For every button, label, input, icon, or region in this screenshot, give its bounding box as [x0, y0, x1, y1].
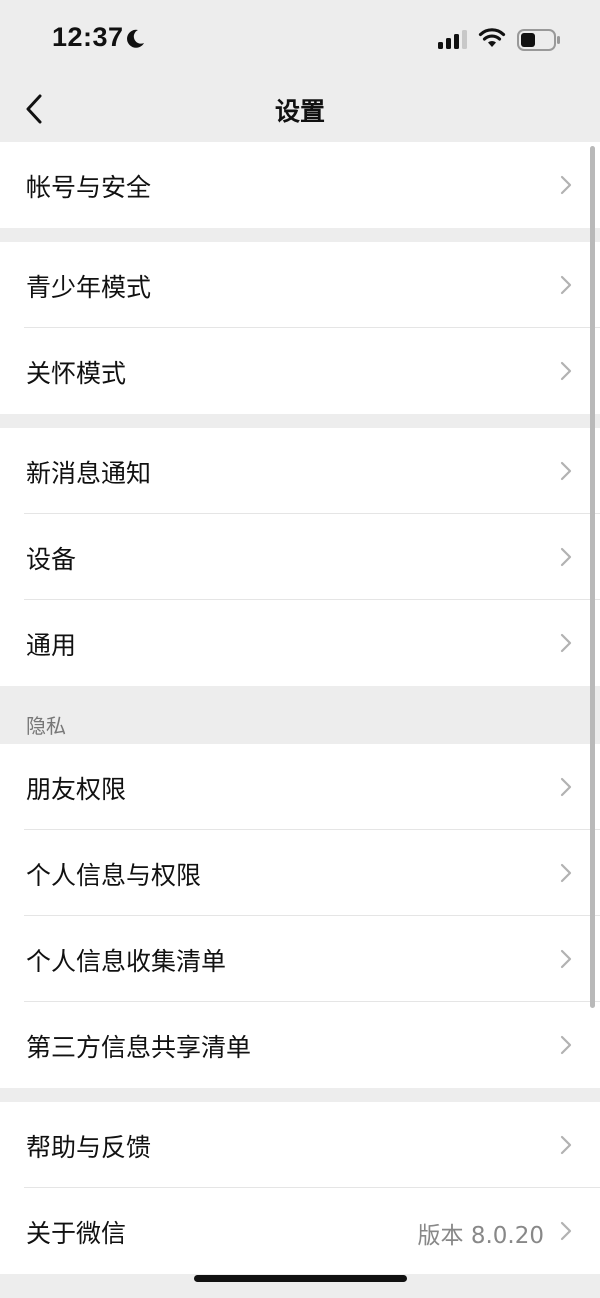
navigation-bar: 设置: [0, 80, 600, 142]
settings-item-personal-info-list[interactable]: 个人信息收集清单: [0, 916, 600, 1002]
chevron-right-icon: [560, 1135, 572, 1155]
chevron-right-icon: [560, 1035, 572, 1055]
settings-item-label: 新消息通知: [26, 459, 152, 488]
status-bar: 12:37: [0, 0, 600, 80]
home-indicator[interactable]: [194, 1275, 407, 1282]
chevron-right-icon: [560, 361, 572, 381]
settings-item-third-party-list[interactable]: 第三方信息共享清单: [0, 1002, 600, 1088]
chevron-right-icon: [560, 863, 572, 883]
group-gap: [0, 414, 600, 428]
scroll-indicator[interactable]: [590, 146, 595, 1008]
settings-item-about-wechat[interactable]: 关于微信 版本 8.0.20: [0, 1188, 600, 1274]
chevron-right-icon: [560, 633, 572, 653]
settings-group-account: 帐号与安全: [0, 142, 600, 228]
status-time: 12:37: [52, 22, 124, 52]
chevron-right-icon: [560, 275, 572, 295]
wifi-icon: [478, 28, 506, 47]
chevron-right-icon: [560, 175, 572, 195]
settings-item-general[interactable]: 通用: [0, 600, 600, 686]
chevron-right-icon: [560, 547, 572, 567]
settings-group-about: 帮助与反馈 关于微信 版本 8.0.20: [0, 1102, 600, 1274]
settings-item-label: 帐号与安全: [26, 173, 152, 202]
version-value: 版本 8.0.20: [417, 1223, 544, 1249]
settings-item-label: 通用: [26, 631, 77, 660]
settings-item-friend-permissions[interactable]: 朋友权限: [0, 744, 600, 830]
settings-item-devices[interactable]: 设备: [0, 514, 600, 600]
settings-item-label: 朋友权限: [26, 775, 127, 804]
battery-icon: [517, 29, 560, 51]
settings-group-general: 新消息通知 设备 通用: [0, 428, 600, 686]
page-title: 设置: [274, 97, 325, 126]
settings-item-youth-mode[interactable]: 青少年模式: [0, 242, 600, 328]
settings-item-label: 个人信息与权限: [26, 861, 202, 890]
settings-item-account-security[interactable]: 帐号与安全: [0, 142, 600, 228]
settings-item-label: 关怀模式: [26, 359, 127, 388]
settings-item-personal-info-permissions[interactable]: 个人信息与权限: [0, 830, 600, 916]
chevron-right-icon: [560, 949, 572, 969]
group-gap: [0, 228, 600, 242]
settings-item-label: 设备: [26, 545, 77, 574]
settings-item-help-feedback[interactable]: 帮助与反馈: [0, 1102, 600, 1188]
settings-item-care-mode[interactable]: 关怀模式: [0, 328, 600, 414]
chevron-right-icon: [560, 461, 572, 481]
settings-group-modes: 青少年模式 关怀模式: [0, 242, 600, 414]
settings-item-label: 青少年模式: [26, 273, 152, 302]
settings-item-label: 第三方信息共享清单: [26, 1033, 252, 1062]
settings-item-label: 个人信息收集清单: [26, 947, 227, 976]
chevron-right-icon: [560, 777, 572, 797]
section-header-label: 隐私: [26, 714, 66, 738]
cellular-signal-icon: [438, 30, 467, 49]
settings-item-notifications[interactable]: 新消息通知: [0, 428, 600, 514]
chevron-right-icon: [560, 1221, 572, 1241]
settings-item-label: 帮助与反馈: [26, 1133, 152, 1162]
settings-list: 帐号与安全 青少年模式 关怀模式 新消息通知 设备 通用 隐私 朋友权限 个人信…: [0, 142, 600, 1274]
moon-icon: [127, 29, 144, 48]
group-gap: [0, 1088, 600, 1102]
section-header-privacy: 隐私: [0, 686, 600, 744]
settings-group-privacy: 朋友权限 个人信息与权限 个人信息收集清单 第三方信息共享清单: [0, 744, 600, 1088]
settings-item-label: 关于微信: [26, 1219, 127, 1248]
